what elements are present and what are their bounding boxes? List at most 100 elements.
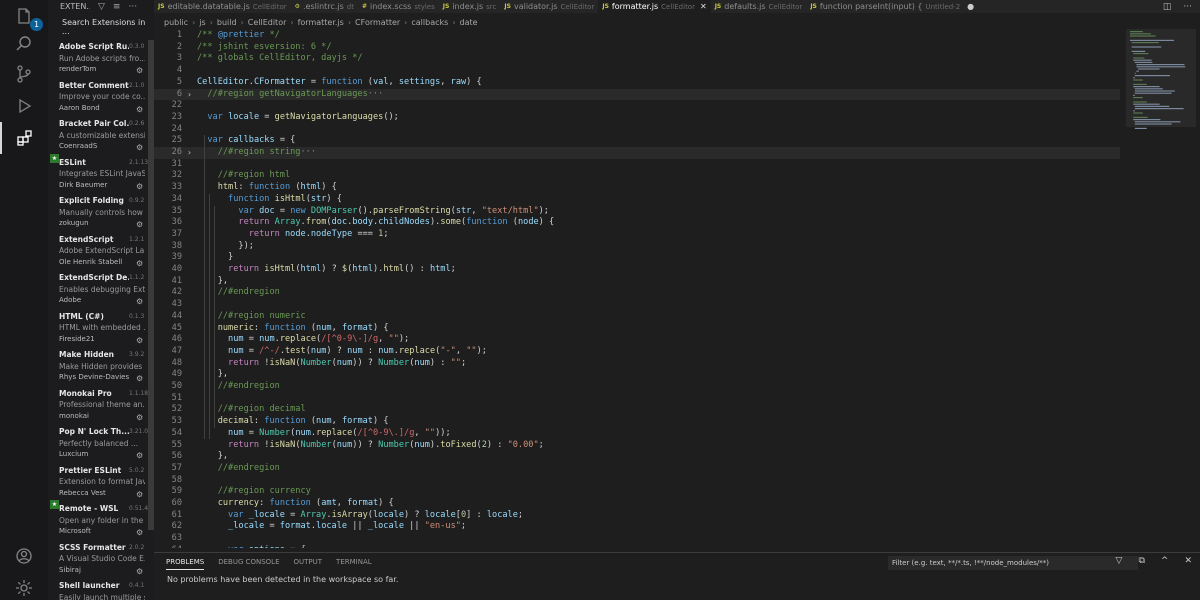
minimap[interactable] [1120, 29, 1200, 548]
breadcrumb-item[interactable]: js [199, 18, 205, 27]
panel-tab[interactable]: DEBUG CONSOLE [218, 558, 279, 570]
code-line[interactable]: 36 return Array.from(doc.body.childNodes… [154, 217, 1120, 229]
code-line[interactable]: 61 var _locale = Array.isArray(locale) ?… [154, 510, 1120, 522]
code-line[interactable]: 44 //#region numeric [154, 311, 1120, 323]
code-line[interactable]: 60 currency: function (amt, format) { [154, 498, 1120, 510]
editor-tab[interactable]: JS function parseInt(input) {Untitled-2 ● [806, 0, 978, 13]
extension-list-item[interactable]: ★ Remote - WSL 0.51.4 Open any folder in th… [48, 500, 154, 542]
extension-settings-gear-icon[interactable]: ⚙ [136, 412, 143, 424]
code-line[interactable]: 24 [154, 124, 1120, 136]
code-line[interactable]: 33 html: function (html) { [154, 182, 1120, 194]
extension-list-item[interactable]: Make Hidden 3.9.2 Make Hidden provides ...… [48, 349, 154, 388]
code-line[interactable]: 1 /** @prettier */ [154, 30, 1120, 42]
more-actions-icon[interactable]: ··· [1183, 2, 1192, 12]
code-line[interactable]: 23 var locale = getNavigatorLanguages(); [154, 112, 1120, 124]
filter-funnel-icon[interactable]: ▽ [1116, 556, 1123, 566]
code-line[interactable]: 49 }, [154, 369, 1120, 381]
code-editor[interactable]: 1 /** @prettier */ 2 /** jshint esversion: … [154, 29, 1120, 548]
code-line[interactable]: 46 num = num.replace(/[^0-9\-]/g, ""); [154, 334, 1120, 346]
breadcrumb-item[interactable]: callbacks [411, 18, 448, 27]
breadcrumb-item[interactable]: public [164, 18, 188, 27]
minimap-slider[interactable] [1126, 29, 1196, 127]
extension-settings-gear-icon[interactable]: ⚙ [136, 335, 143, 347]
editor-tab[interactable]: JS validator.js CellEditor [500, 0, 598, 13]
close-tab-icon[interactable]: ✕ [700, 2, 707, 11]
code-line[interactable]: 56 }, [154, 451, 1120, 463]
breadcrumb-item[interactable]: CFormatter [355, 18, 400, 27]
code-line[interactable]: 58 [154, 475, 1120, 487]
code-line[interactable]: 2 /** jshint esversion: 6 */ [154, 42, 1120, 54]
filter-icon[interactable]: ▽ [98, 2, 105, 12]
extension-list-item[interactable]: Bracket Pair Col... 0.2.6 A customizable e… [48, 118, 154, 157]
account-icon[interactable] [0, 540, 48, 572]
extension-list-item[interactable]: Prettier ESLint 5.0.2 Extension to format … [48, 465, 154, 504]
extension-settings-gear-icon[interactable]: ⚙ [136, 373, 143, 385]
panel-tab[interactable]: TERMINAL [336, 558, 372, 570]
extension-list-item[interactable]: ExtendScript 1.2.1 Adobe ExtendScript La..… [48, 234, 154, 273]
maximize-panel-icon[interactable]: ^ [1161, 556, 1169, 566]
code-line[interactable]: 42 //#endregion [154, 287, 1120, 299]
extension-settings-gear-icon[interactable]: ⚙ [136, 142, 143, 154]
extension-list-item[interactable]: Shell launcher 0.4.1 Easily launch multipl… [48, 580, 154, 600]
breadcrumb-item[interactable]: date [460, 18, 478, 27]
extensions-search-input[interactable]: Search Extensions in ... [48, 13, 154, 41]
panel-tab[interactable]: PROBLEMS [166, 558, 205, 570]
code-line[interactable]: 62 _locale = format.locale || _locale ||… [154, 521, 1120, 533]
extensions-icon[interactable] [0, 122, 48, 154]
code-line[interactable]: 55 return !isNaN(Number(num)) ? Number(n… [154, 440, 1120, 452]
split-editor-icon[interactable]: ◫ [1163, 2, 1172, 12]
breadcrumb-item[interactable]: build [217, 18, 237, 27]
code-line[interactable]: 64 var options = { [154, 545, 1120, 548]
extension-list-item[interactable]: Better Comments 2.1.0 Improve your code co… [48, 80, 154, 119]
code-line[interactable]: 59 //#region currency [154, 486, 1120, 498]
extension-list-item[interactable]: Adobe Script Ru... 0.3.0 Run Adobe scripts… [48, 41, 154, 80]
collapse-all-icon[interactable]: ⧉ [1138, 556, 1144, 566]
editor-tab[interactable]: JS formatter.js CellEditor ✕ [598, 0, 711, 13]
extension-settings-gear-icon[interactable]: ⚙ [136, 450, 143, 462]
code-line[interactable]: 32 //#region html [154, 170, 1120, 182]
breadcrumb-item[interactable]: CellEditor [248, 18, 287, 27]
extension-settings-gear-icon[interactable]: ⚙ [136, 566, 143, 578]
code-line[interactable]: 50 //#endregion [154, 381, 1120, 393]
code-line[interactable]: 39 } [154, 252, 1120, 264]
unsaved-dot-icon[interactable]: ● [967, 2, 974, 11]
code-line[interactable]: 37 return node.nodeType === 1; [154, 229, 1120, 241]
editor-tab[interactable]: JS index.js src [439, 0, 501, 13]
extension-list-item[interactable]: Explicit Folding 0.9.2 Manually controls h… [48, 195, 154, 234]
fold-chevron-icon[interactable]: › [187, 89, 192, 101]
extension-settings-gear-icon[interactable]: ⚙ [136, 527, 143, 539]
code-line[interactable]: 57 //#endregion [154, 463, 1120, 475]
extension-list-item[interactable]: HTML (C#) 0.1.3 HTML with embedded ... Fire… [48, 311, 154, 350]
editor-tab[interactable]: ⚙ .eslintrc.js dt [291, 0, 358, 13]
extension-list-item[interactable]: Pop N' Lock Th... 3.21.0 Perfectly balance… [48, 426, 154, 465]
search-icon[interactable] [0, 28, 48, 60]
code-line[interactable]: 3 /** globals CellEditor, dayjs */ [154, 53, 1120, 65]
code-line[interactable]: 53 decimal: function (num, format) { [154, 416, 1120, 428]
editor-tab[interactable]: JS editable.datatable.js CellEditor [154, 0, 291, 13]
breadcrumb-item[interactable]: formatter.js [298, 18, 344, 27]
extension-settings-gear-icon[interactable]: ⚙ [136, 489, 143, 501]
code-line[interactable]: 40 return isHtml(html) ? $(html).html() … [154, 264, 1120, 276]
code-line[interactable]: 54 num = Number(num.replace(/[^0-9\.]/g,… [154, 428, 1120, 440]
extension-settings-gear-icon[interactable]: ⚙ [136, 258, 143, 270]
extension-settings-gear-icon[interactable]: ⚙ [136, 104, 143, 116]
extension-settings-gear-icon[interactable]: ⚙ [136, 219, 143, 231]
extension-settings-gear-icon[interactable]: ⚙ [136, 65, 143, 77]
extension-list-item[interactable]: ★ ESLint 2.1.13 Integrates ESLint JavaS... D… [48, 153, 154, 196]
code-line[interactable]: 48 return !isNaN(Number(num)) ? Number(n… [154, 358, 1120, 370]
manage-gear-icon[interactable] [0, 572, 48, 600]
code-line[interactable]: 22 [154, 100, 1120, 112]
code-line[interactable]: 35 var doc = new DOMParser().parseFromSt… [154, 206, 1120, 218]
extension-settings-gear-icon[interactable]: ⚙ [136, 181, 143, 193]
more-actions-icon[interactable]: ··· [128, 2, 137, 12]
code-line[interactable]: 43 [154, 299, 1120, 311]
editor-tab[interactable]: JS defaults.js CellEditor [711, 0, 807, 13]
code-line[interactable]: 38 }); [154, 241, 1120, 253]
views-list-icon[interactable]: ≡ [113, 2, 121, 12]
close-panel-icon[interactable]: ✕ [1184, 556, 1192, 566]
fold-chevron-icon[interactable]: › [187, 147, 192, 159]
code-line[interactable]: 45 numeric: function (num, format) { [154, 323, 1120, 335]
extension-settings-gear-icon[interactable]: ⚙ [136, 296, 143, 308]
code-line[interactable]: 63 [154, 533, 1120, 545]
source-control-icon[interactable] [0, 58, 48, 90]
